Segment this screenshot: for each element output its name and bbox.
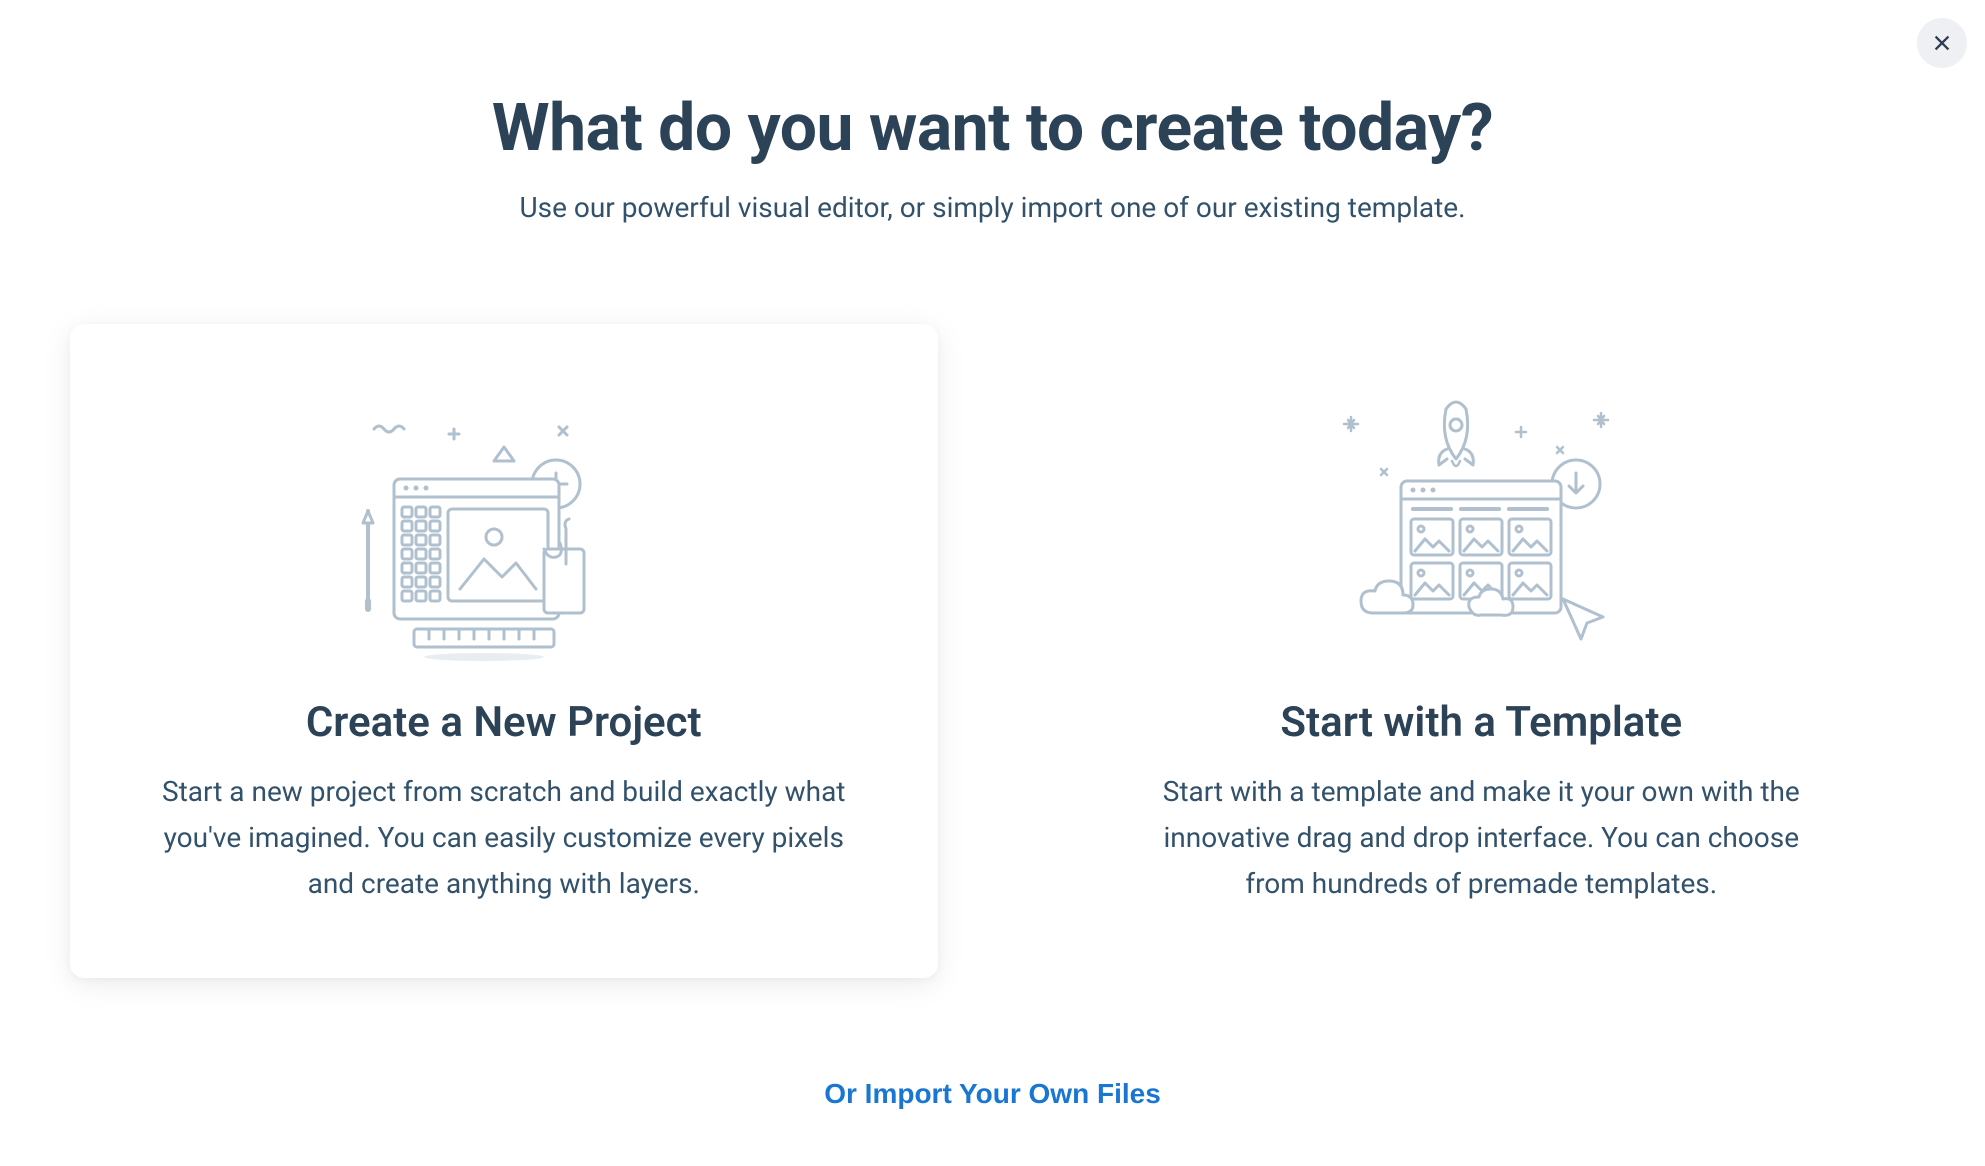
main-container: What do you want to create today? Use ou… [0,0,1985,1110]
close-icon [1931,32,1953,54]
card-title-template: Start with a Template [1138,698,1826,747]
card-description-template: Start with a template and make it your o… [1138,769,1826,908]
option-card-new-project[interactable]: Create a New Project Start a new project… [70,324,938,978]
options-row: Create a New Project Start a new project… [0,324,1985,978]
import-files-link[interactable]: Or Import Your Own Files [824,1078,1161,1110]
option-card-template[interactable]: Start with a Template Start with a templ… [1048,324,1916,978]
close-button[interactable] [1917,18,1967,68]
new-project-illustration [160,384,848,674]
page-subtitle: Use our powerful visual editor, or simpl… [519,191,1465,224]
card-title-new-project: Create a New Project [160,698,848,747]
template-illustration [1138,384,1826,674]
card-description-new-project: Start a new project from scratch and bui… [160,769,848,908]
page-title: What do you want to create today? [492,90,1493,167]
